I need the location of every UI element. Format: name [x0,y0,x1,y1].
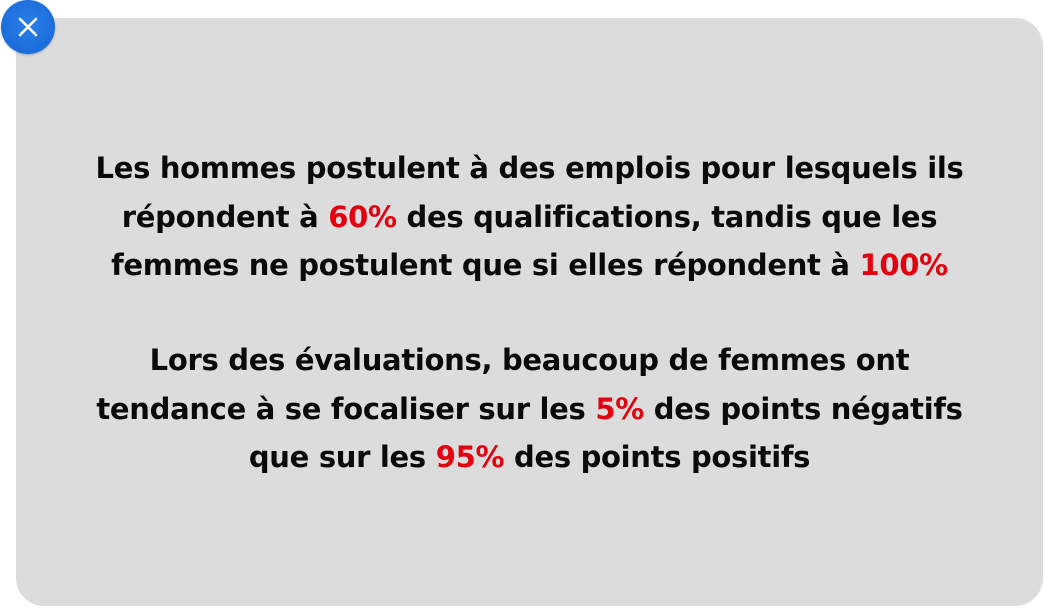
popup-stage: Les hommes postulent à des emplois pour … [0,0,1045,608]
text-segment: femmes ne postulent que si elles réponde… [111,248,860,282]
text-segment: des qualifications, tandis que les [396,199,938,234]
paragraph-2: Lors des évaluations, beaucoup de femmes… [16,336,1043,482]
text-segment: Lors des évaluations, beaucoup de femmes… [149,343,910,377]
highlight-percent: 60% [328,199,397,234]
close-button[interactable] [1,0,55,54]
text-segment: des points positifs [504,440,811,474]
paragraph-1: Les hommes postulent à des emplois pour … [16,144,1043,290]
paragraph-line: répondent à 60% des qualifications, tand… [16,193,1043,242]
paragraph-line: que sur les 95% des points positifs [16,433,1043,482]
paragraph-line: tendance à se focaliser sur les 5% des p… [16,385,1043,434]
close-icon [18,17,38,37]
paragraph-line: Lors des évaluations, beaucoup de femmes… [16,336,1043,385]
text-segment: des points négatifs [643,391,963,426]
text-segment: Les hommes postulent à des emplois pour … [95,151,964,185]
highlight-percent: 100% [859,248,948,282]
text-segment: répondent à [121,199,329,234]
highlight-percent: 95% [435,440,505,474]
paragraph-line: Les hommes postulent à des emplois pour … [16,144,1043,193]
paragraph-line: femmes ne postulent que si elles réponde… [16,241,1043,290]
text-segment: que sur les [248,440,436,474]
highlight-percent: 5% [595,391,644,426]
text-segment: tendance à se focaliser sur les [96,391,596,426]
info-card: Les hommes postulent à des emplois pour … [16,18,1043,606]
